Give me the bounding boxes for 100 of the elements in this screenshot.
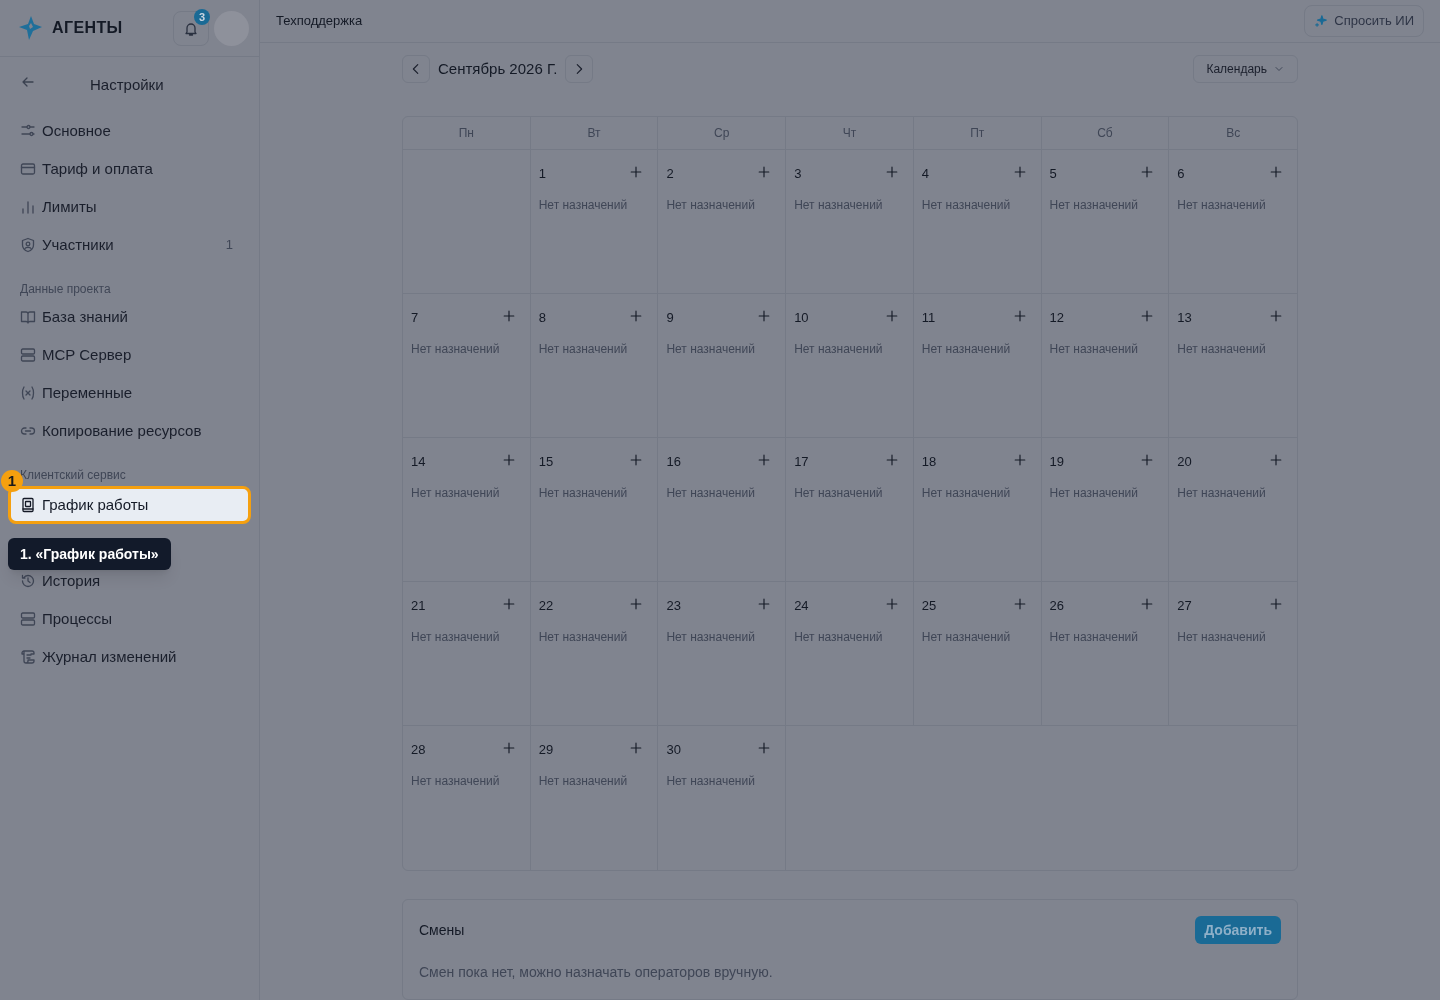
plus-icon (1269, 453, 1283, 467)
day-number: 24 (794, 597, 809, 616)
sidebar-item[interactable]: Журнал изменений (12, 638, 247, 676)
server-icon (20, 611, 36, 627)
plus-icon (629, 309, 644, 323)
sidebar-item[interactable]: Основное (12, 112, 247, 150)
bell-icon (183, 20, 199, 37)
plus-icon (501, 453, 516, 467)
shifts-empty-text: Смен пока нет, можно назначать операторов вручную. (419, 963, 774, 982)
empty-day-text: Нет назначений (538, 773, 629, 790)
sidebar-item[interactable]: Лимиты (12, 188, 247, 226)
plus-icon (629, 597, 644, 611)
plus-icon (1012, 165, 1027, 179)
sidebar-item[interactable]: Участники 1 (12, 226, 247, 264)
plus-icon (884, 165, 899, 179)
empty-day-text: Нет назначений (538, 197, 629, 214)
weekday-header: Сб (1041, 117, 1170, 150)
plus-icon (1012, 309, 1027, 323)
empty-day-text: Нет назначений (411, 341, 501, 358)
plus-icon (501, 309, 516, 323)
day-number: 13 (1177, 309, 1192, 328)
day-number: 4 (921, 165, 930, 184)
plus-icon (1269, 597, 1283, 611)
plus-icon (1012, 453, 1027, 467)
empty-day-text: Нет назначений (794, 341, 884, 358)
plus-icon (1140, 309, 1155, 323)
plus-icon (1012, 597, 1027, 611)
weekday-header: Ср (658, 117, 787, 150)
day-number: 29 (538, 741, 554, 760)
empty-day-text: Нет назначений (1177, 485, 1267, 502)
sidebar-item[interactable]: Копирование ресурсов (12, 412, 247, 450)
weekday-header: Вс (1169, 117, 1297, 150)
view-dropdown[interactable]: Календарь (1193, 55, 1298, 83)
plus-icon (757, 309, 772, 323)
plus-icon (629, 741, 644, 755)
day-number: 3 (794, 165, 802, 184)
shifts-title: Смены (419, 920, 465, 940)
member-count: 1 (225, 236, 234, 255)
weekday-header: Пн (403, 117, 531, 150)
plus-icon (884, 453, 899, 467)
weekday-header: Чт (786, 117, 914, 150)
plus-icon (757, 597, 772, 611)
empty-day-text: Нет назначений (411, 485, 501, 502)
empty-day-text: Нет назначений (666, 629, 756, 646)
day-number: 27 (1177, 597, 1192, 616)
add-shift-button[interactable]: Добавить (1195, 916, 1281, 944)
sliders-icon (20, 123, 36, 139)
day-number: 5 (1049, 165, 1057, 184)
breadcrumb[interactable]: Техподдержка (276, 11, 363, 31)
tour-tooltip: 1. «График работы» (8, 538, 171, 570)
day-number: 2 (666, 165, 674, 184)
plus-icon (629, 453, 644, 467)
previous-month-button[interactable] (402, 55, 430, 83)
empty-day-text: Нет назначений (666, 197, 756, 214)
sidebar-item[interactable]: Переменные (12, 374, 247, 412)
plus-icon (1140, 453, 1155, 467)
day-number: 8 (538, 309, 546, 328)
plus-icon (1269, 309, 1283, 323)
day-number: 25 (921, 597, 937, 616)
plus-icon (501, 597, 516, 611)
plus-icon (501, 741, 516, 755)
server-icon (20, 347, 36, 363)
plus-icon (757, 165, 772, 179)
history-icon (20, 573, 36, 589)
ask-ai-button[interactable]: Спросить ИИ (1304, 5, 1424, 37)
day-number: 23 (666, 597, 681, 616)
next-month-button[interactable] (565, 55, 594, 83)
empty-day-text: Нет назначений (921, 485, 1012, 502)
shield-icon (20, 237, 36, 253)
sidebar-item[interactable]: Процессы (12, 600, 247, 638)
sidebar-item[interactable]: MCP Сервер (12, 336, 247, 374)
weekday-header: Вт (530, 117, 659, 150)
empty-day-text: Нет назначений (1177, 197, 1267, 214)
plus-icon (1140, 165, 1155, 179)
section-heading: Данные проекта (19, 281, 112, 298)
empty-day-text: Нет назначений (921, 629, 1012, 646)
empty-day-text: Нет назначений (1177, 629, 1267, 646)
day-number: 21 (411, 597, 426, 616)
sidebar-item[interactable]: Тариф и оплата (12, 150, 247, 188)
sidebar-item[interactable]: График работы (8, 486, 251, 524)
empty-day-text: Нет назначений (1049, 197, 1139, 214)
day-number: 22 (538, 597, 554, 616)
sidebar-item[interactable]: База знаний (12, 298, 247, 336)
day-number: 16 (666, 453, 681, 472)
empty-day-text: Нет назначений (794, 197, 884, 214)
logo-icon (18, 15, 44, 41)
schedule-icon (20, 497, 36, 513)
day-number: 18 (921, 453, 937, 472)
empty-day-text: Нет назначений (411, 773, 501, 790)
empty-day-text: Нет назначений (538, 629, 629, 646)
day-number: 7 (411, 309, 419, 328)
empty-day-text: Нет назначений (794, 629, 884, 646)
scroll-icon (20, 649, 36, 665)
plus-icon (757, 741, 772, 755)
day-number: 12 (1049, 309, 1065, 328)
day-number: 1 (538, 165, 546, 184)
variable-icon (20, 385, 36, 401)
month-title: Сентябрь 2026 Г. (438, 58, 558, 79)
day-number: 20 (1177, 453, 1192, 472)
weekday-header: Пт (913, 117, 1042, 150)
